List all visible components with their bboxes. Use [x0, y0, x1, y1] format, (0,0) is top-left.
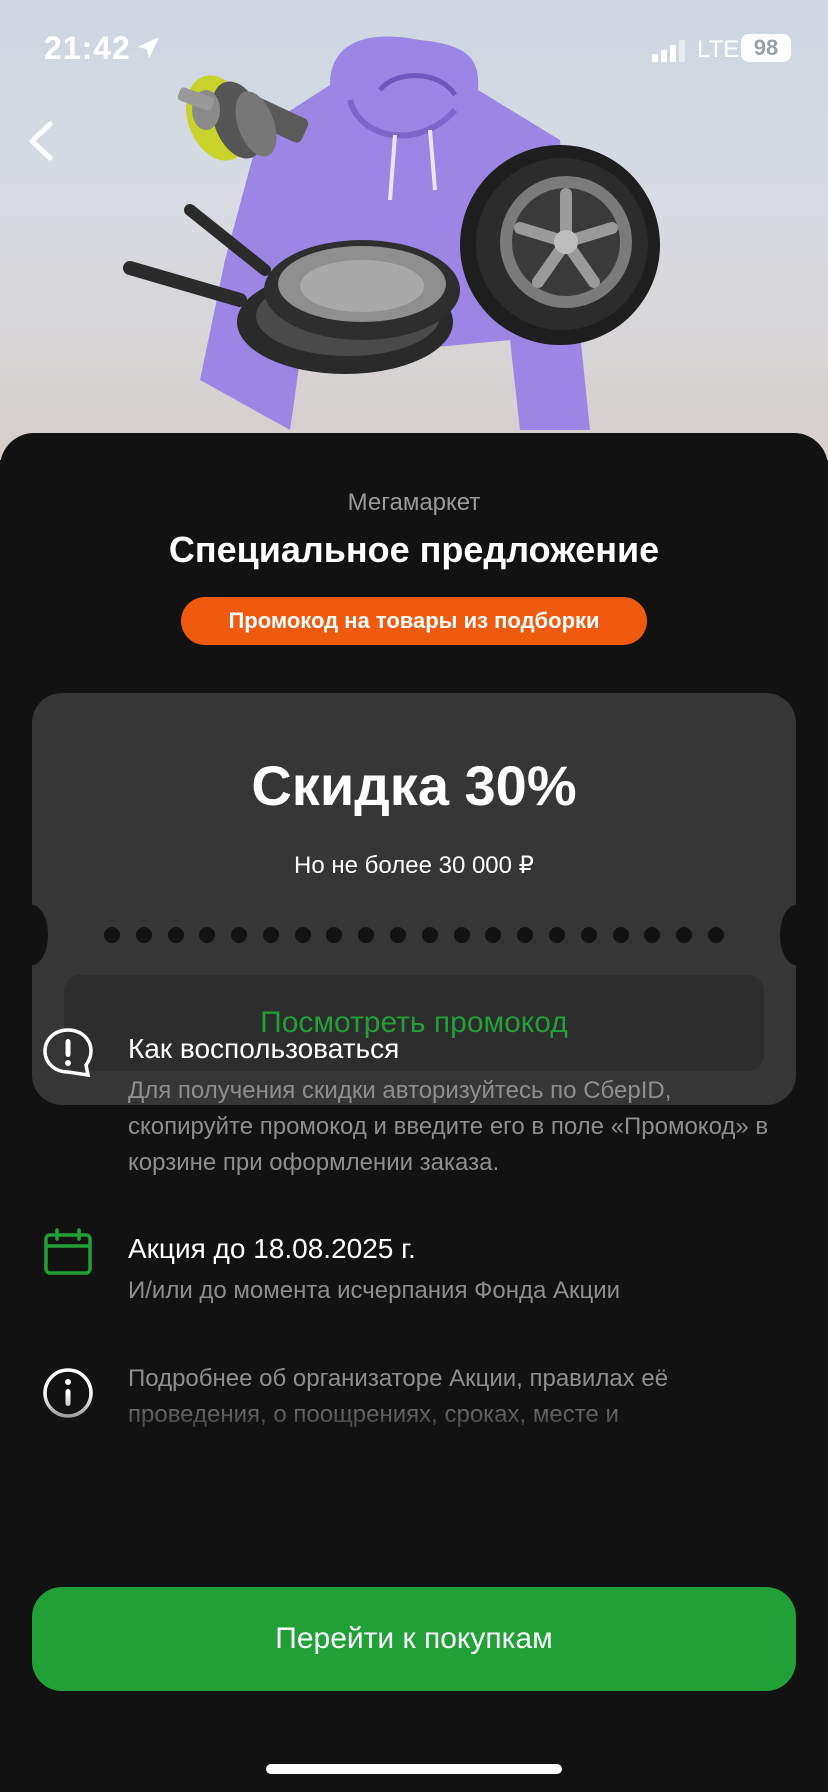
signal-icon: [652, 40, 685, 62]
brand-name: Мегамаркет: [347, 489, 481, 516]
discount-value: Скидка 30%: [251, 754, 577, 817]
how-to-use-heading: Как воспользоваться: [128, 1033, 400, 1064]
status-time: 21:42: [44, 30, 131, 66]
exclamation-bubble-icon: [43, 1028, 93, 1078]
offer-title: Специальное предложение: [168, 529, 660, 570]
promo-badge: Промокод на товары из подборки: [181, 597, 647, 645]
coupon-notch-left: [16, 905, 48, 965]
chevron-left-icon[interactable]: [20, 116, 60, 166]
location-arrow-icon: [137, 37, 159, 59]
discount-limit: Но не более 30 000 ₽: [294, 852, 534, 879]
network-type: LTE: [697, 36, 740, 63]
scroll-fade: [0, 1393, 828, 1463]
promo-deadline-text: И/или до момента исчерпания Фонда Акции: [128, 1277, 621, 1304]
status-bar: 21:42 LTE 98: [0, 0, 828, 100]
hero-banner: 21:42 LTE 98: [0, 0, 828, 460]
coupon-perforation: [104, 927, 724, 945]
offer-sheet: Мегамаркет Специальное предложение Промо…: [0, 433, 828, 1792]
promo-deadline-heading: Акция до 18.08.2025 г.: [128, 1233, 416, 1264]
go-shopping-button[interactable]: Перейти к покупкам: [32, 1587, 796, 1691]
calendar-icon: [44, 1228, 92, 1275]
how-to-use-text: Для получения скидки авторизуйтесь по Сб…: [128, 1077, 769, 1176]
coupon-notch-right: [780, 905, 812, 965]
home-indicator: [266, 1764, 562, 1774]
battery-indicator: 98: [741, 34, 791, 62]
